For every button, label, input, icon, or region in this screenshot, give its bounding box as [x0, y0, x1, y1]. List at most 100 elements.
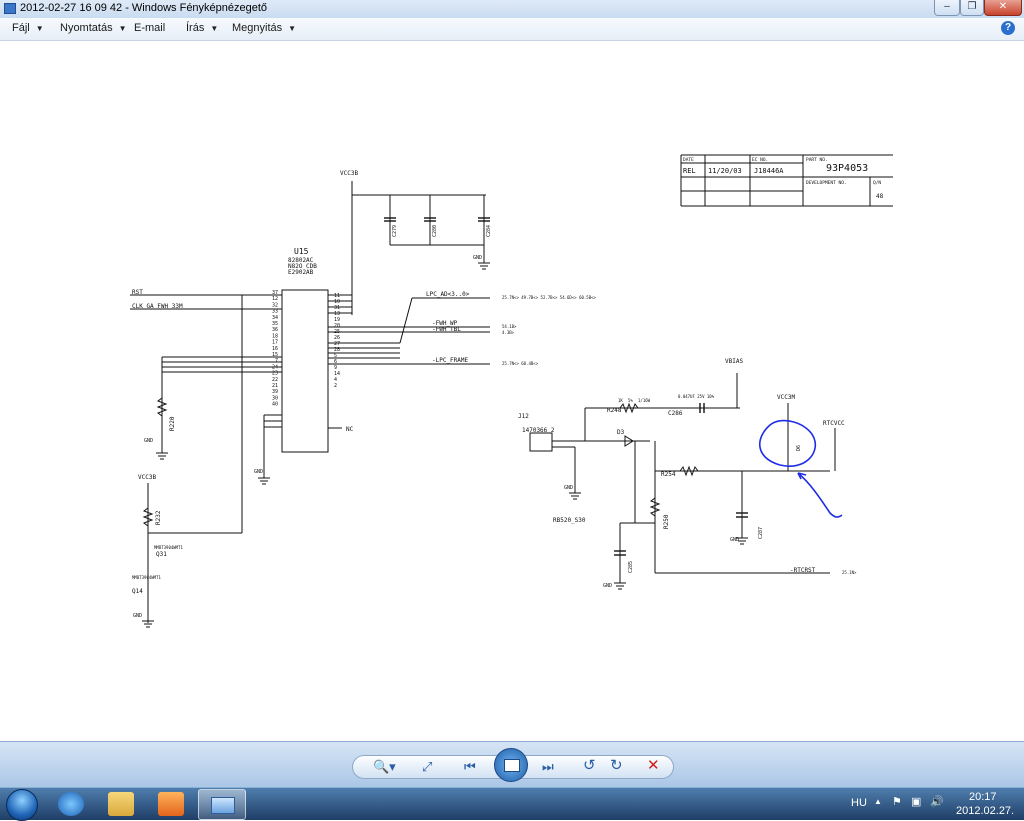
r248-label: R248 [607, 407, 622, 414]
gnd-label: GND [254, 469, 263, 475]
clock-date[interactable]: 2012.02.27. [956, 805, 1014, 817]
gnd-label: GND [133, 613, 142, 619]
r220-label: R220 [169, 416, 176, 431]
maximize-button[interactable]: ❐ [960, 0, 984, 16]
q31-part: MMBT3904WMT1 [154, 545, 183, 550]
vcc3m-label: VCC3M [777, 394, 795, 401]
clock-time[interactable]: 20:17 [969, 791, 997, 803]
lpc-ad-refs: 25.7N<> 49.7B<> 52.7B<> 54.6D<> 60.5B<> [502, 295, 597, 300]
q31-label: Q31 [156, 551, 167, 558]
chip-pin-number: 39 [272, 389, 278, 395]
r232-label: R232 [155, 510, 162, 525]
network-icon[interactable]: ▣ [911, 795, 921, 808]
chip-pin-number: 32 [272, 302, 278, 308]
vcc3b-top-label: VCC3B [340, 170, 358, 177]
chip-pin-number: 21 [272, 383, 278, 389]
schematic-background [130, 153, 893, 630]
viewer-controls: 🔍▾ ⤢ ⏮ ⏭ ↺ ↻ ✕ [0, 741, 1024, 788]
chip-pin-number: 33 [272, 309, 278, 315]
menu-burn[interactable]: Írás ▼ [186, 22, 218, 34]
close-button[interactable]: ✕ [984, 0, 1022, 16]
window-title: 2012-02-27 16 09 42 - Windows Fényképnéz… [20, 2, 268, 14]
c287-label: C287 [758, 527, 764, 539]
j12-label: J12 [518, 413, 529, 420]
volume-icon[interactable]: 🔊 [930, 795, 944, 808]
c284-label: C284 [486, 225, 492, 237]
chip-pin-number: 7 [275, 358, 278, 364]
menu-print-label: Nyomtatás [60, 22, 113, 34]
actual-size-icon[interactable]: ⤢ [422, 759, 432, 775]
title-block-part-header: PART NO. [806, 157, 828, 163]
fwh-wp-ref: 54.1B> [502, 324, 517, 329]
lpc-frame-label: -LPC_FRAME [432, 357, 469, 364]
media-player-icon[interactable] [158, 792, 184, 816]
title-block-date-header: DATE [683, 157, 694, 163]
c285-label: C285 [628, 561, 634, 573]
delete-icon[interactable]: ✕ [647, 758, 660, 774]
chip-pin-number: 16 [272, 346, 278, 352]
vbias-label: VBIAS [725, 358, 743, 365]
slideshow-button[interactable] [494, 748, 528, 782]
previous-icon[interactable]: ⏮ [464, 759, 476, 775]
r248-power: 1/16W [638, 398, 651, 403]
internet-explorer-icon[interactable] [58, 792, 84, 816]
slideshow-icon [504, 759, 520, 772]
c279-label: C279 [392, 225, 398, 237]
menu-burn-label: Írás [186, 22, 205, 34]
gnd-label: GND [564, 485, 573, 491]
taskbar: HU ▲ ⚑ ▣ 🔊 20:17 2012.02.27. [0, 787, 1024, 821]
menu-file-label: Fájl [12, 22, 30, 34]
photo-viewer-icon [211, 797, 235, 814]
schematic-image: DATE EC NO. PART NO. REL 11/20/03 J18446… [130, 153, 893, 630]
title-block-rel: REL [683, 167, 696, 175]
c286-value: 0.047UF 25V 10% [678, 394, 715, 399]
chip-pin-number: 23 [272, 371, 278, 377]
menu-email[interactable]: E-mail [134, 22, 165, 34]
show-hidden-icons-icon[interactable]: ▲ [874, 797, 882, 806]
gnd-label: GND [730, 537, 739, 543]
menu-bar: Fájl ▼ Nyomtatás ▼ E-mail Írás ▼ Megnyitás ▼ [0, 18, 1024, 41]
chip-pin-number: 40 [272, 402, 278, 408]
lpc-ad-label: LPC_AD<3..0> [426, 291, 470, 298]
chip-pin-number: 22 [272, 377, 278, 383]
r250-label: R250 [663, 514, 670, 529]
q14-label: Q14 [132, 588, 143, 595]
chip-pin-number: 12 [272, 296, 278, 302]
menu-print[interactable]: Nyomtatás ▼ [60, 22, 127, 34]
r248-tolerance: 5% [628, 398, 633, 403]
menu-file[interactable]: Fájl ▼ [12, 22, 44, 34]
c280-label: C280 [432, 225, 438, 237]
help-icon[interactable]: ? [1001, 21, 1015, 35]
chevron-down-icon: ▼ [118, 24, 127, 33]
next-icon[interactable]: ⏭ [542, 759, 554, 775]
lpc-frame-ref: 25.7N<> 60.4B<> [502, 361, 539, 366]
c286-label: C286 [668, 410, 683, 417]
rtcrst-label: -RTCRST [790, 567, 816, 574]
minimize-button[interactable]: – [934, 0, 960, 16]
photo-viewer-taskbar-button[interactable] [198, 789, 246, 820]
action-center-icon[interactable]: ⚑ [892, 795, 902, 808]
chevron-down-icon: ▼ [288, 24, 297, 33]
start-button[interactable] [6, 789, 38, 821]
menu-open[interactable]: Megnyitás ▼ [232, 22, 296, 34]
gnd-label: GND [473, 255, 482, 261]
d3-label: D3 [617, 429, 625, 436]
gnd-label: GND [603, 583, 612, 589]
rotate-clockwise-icon[interactable]: ↻ [610, 758, 623, 774]
zoom-icon[interactable]: 🔍▾ [373, 759, 396, 775]
rotate-counterclockwise-icon[interactable]: ↺ [583, 758, 596, 774]
chip-pin-number: 30 [272, 395, 278, 401]
gnd-label: GND [144, 438, 153, 444]
d6-label: D6 [796, 445, 802, 451]
language-indicator[interactable]: HU [851, 797, 867, 809]
menu-open-label: Megnyitás [232, 22, 283, 34]
chip-pin-number: 15 [272, 352, 278, 358]
chevron-down-icon: ▼ [210, 24, 219, 33]
chip-pins-left: 3712323334353618171615724232221393040 [272, 290, 278, 408]
explorer-folder-icon[interactable] [108, 792, 134, 816]
chip-pin-number: 18 [272, 333, 278, 339]
title-block-sheet-header: Q/N [873, 180, 881, 186]
chip-pin-number: 2 [334, 383, 337, 389]
chip-pin-number: 24 [272, 364, 278, 370]
fwh-tbl-label: -FWH_TBL [432, 326, 461, 333]
